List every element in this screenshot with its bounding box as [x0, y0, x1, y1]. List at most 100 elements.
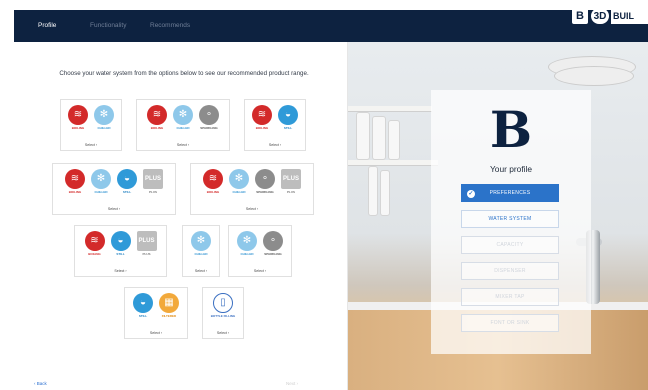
brand-logo-text: BUIL	[611, 8, 648, 24]
option-icon-label: SPARKLING	[200, 126, 218, 130]
sparkling-icon: ∘ SPARKLING	[198, 105, 220, 135]
chilled-badge: ✻	[191, 231, 211, 251]
boiling-badge: ≋	[252, 105, 272, 125]
option-icon-label: CHILLED	[97, 126, 111, 130]
boiling-badge: ≋	[65, 169, 85, 189]
step-dispenser-button[interactable]: DISPENSER	[461, 262, 559, 280]
option-icons: ≋ BOILING ✻ CHILLED ∘ SPARKLING PLUS PLUS	[191, 169, 313, 199]
sparkling-badge: ∘	[263, 231, 283, 251]
select-link[interactable]: Select ›	[183, 269, 219, 273]
sparkling-badge: ∘	[199, 105, 219, 125]
back-link[interactable]: ‹ Back	[34, 381, 47, 386]
step-font-or-sink-button[interactable]: FONT OR SINK	[461, 314, 559, 332]
select-link[interactable]: Select ›	[75, 269, 166, 273]
option-icons: ≋ BOILING ✻ CHILLED	[61, 105, 121, 135]
tab-functionality[interactable]: Functionality	[90, 22, 127, 29]
water-system-option-card[interactable]: ≋ BOILING ✻ CHILLED ∘ SPARKLING PLUS PLUS Select…	[190, 163, 314, 215]
select-link[interactable]: Select ›	[125, 331, 187, 335]
boiling-badge: ≋	[84, 231, 105, 251]
select-label: Select	[268, 143, 279, 147]
still-icon: ◒ STILL	[116, 169, 138, 199]
water-system-option-card[interactable]: ≋ BOILING ◒ STILL Select ›	[244, 99, 306, 151]
bottle-badge: ▯	[213, 293, 233, 313]
plus-icon: PLUS PLUS	[136, 231, 158, 261]
option-icon-label: CHILLED	[194, 252, 208, 256]
water-system-option-card[interactable]: ◒ STILL ▦ FILTERED Select ›	[124, 287, 188, 339]
option-icon-label: SPARKLING	[264, 252, 282, 256]
filtered-icon: ▦ FILTERED	[158, 293, 180, 323]
select-link[interactable]: Select ›	[203, 331, 243, 335]
select-link[interactable]: Select ›	[229, 269, 291, 273]
chilled-icon: ✻ CHILLED	[228, 169, 250, 199]
boiling-badge: ≋	[147, 105, 167, 125]
plus-icon: PLUS PLUS	[280, 169, 302, 199]
sparkling-icon: ∘ SPARKLING	[262, 231, 284, 261]
water-system-option-card[interactable]: ✻ CHILLED ∘ SPARKLING Select ›	[228, 225, 292, 277]
system-selection-panel: Choose your water system from the option…	[14, 42, 348, 390]
chilled-badge: ✻	[91, 169, 111, 189]
select-label: Select	[253, 269, 264, 273]
select-link[interactable]: Select ›	[245, 143, 305, 147]
boiling-icon: ≋ BOILING	[251, 105, 273, 135]
page-headline: Choose your water system from the option…	[59, 70, 309, 77]
option-icons: ▯ BOTTLE FILLING	[203, 293, 243, 323]
option-icons: ≋ BOILING ◒ STILL PLUS PLUS	[75, 231, 166, 261]
brand-b-logo: B	[489, 100, 533, 159]
water-system-option-card[interactable]: ≋ BOILING ✻ CHILLED Select ›	[60, 99, 122, 151]
boiling-badge: ≋	[68, 105, 88, 125]
still-icon: ◒ STILL	[110, 231, 132, 261]
plus-badge: PLUS	[143, 169, 163, 189]
checkmark-icon: ✓	[467, 190, 475, 198]
profile-title: Your profile	[489, 164, 533, 174]
water-system-option-card[interactable]: ≋ BOILING ✻ CHILLED ∘ SPARKLING Select ›	[136, 99, 230, 151]
option-icon-label: BOTTLE FILLING	[210, 314, 236, 318]
select-label: Select	[216, 331, 227, 335]
chilled-badge: ✻	[173, 105, 193, 125]
still-icon: ◒ STILL	[132, 293, 154, 323]
option-icons: ◒ STILL ▦ FILTERED	[125, 293, 187, 323]
filtered-badge: ▦	[159, 293, 179, 313]
water-system-option-card[interactable]: ▯ BOTTLE FILLING Select ›	[202, 287, 244, 339]
boiling-badge: ≋	[203, 169, 223, 189]
step-water-system-button[interactable]: WATER SYSTEM	[461, 210, 559, 228]
option-icons: ✻ CHILLED	[183, 231, 219, 261]
still-badge: ◒	[117, 169, 137, 189]
plus-badge: PLUS	[281, 169, 301, 189]
chilled-badge: ✻	[229, 169, 249, 189]
next-link[interactable]: Next ›	[286, 381, 298, 386]
select-link[interactable]: Select ›	[53, 207, 175, 211]
water-system-option-card[interactable]: ≋ BOILING ✻ CHILLED ◒ STILL PLUS PLUS Select ›	[52, 163, 176, 215]
select-link[interactable]: Select ›	[191, 207, 313, 211]
still-badge: ◒	[110, 231, 131, 251]
tab-recommends[interactable]: Recommends	[150, 22, 190, 29]
step-capacity-button[interactable]: CAPACITY	[461, 236, 559, 254]
option-icons: ≋ BOILING ✻ CHILLED ∘ SPARKLING	[137, 105, 229, 135]
select-link[interactable]: Select ›	[61, 143, 121, 147]
tab-profile[interactable]: Profile	[38, 22, 56, 29]
sparkling-badge: ∘	[255, 169, 275, 189]
option-icons: ≋ BOILING ✻ CHILLED ◒ STILL PLUS PLUS	[53, 169, 175, 199]
step-preferences-button[interactable]: ✓ PREFERENCES	[461, 184, 559, 202]
brand-logo-3d: 3D	[591, 8, 609, 24]
select-label: Select	[194, 269, 205, 273]
select-label: Select	[245, 207, 256, 211]
sparkling-icon: ∘ SPARKLING	[254, 169, 276, 199]
step-mixer-tap-button[interactable]: MIXER TAP	[461, 288, 559, 306]
boiling-icon: ≋ BOILING	[202, 169, 224, 199]
chilled-icon: ✻ CHILLED	[90, 169, 112, 199]
select-link[interactable]: Select ›	[137, 143, 229, 147]
chilled-icon: ✻ CHILLED	[172, 105, 194, 135]
water-system-option-card[interactable]: ≋ BOILING ◒ STILL PLUS PLUS Select ›	[74, 225, 167, 277]
still-badge: ◒	[133, 293, 153, 313]
profile-panel: B Your profile ✓ PREFERENCES WATER SYSTE…	[431, 90, 591, 354]
chilled-badge: ✻	[94, 105, 114, 125]
boiling-icon: ≋ BOILING	[146, 105, 168, 135]
water-system-option-card[interactable]: ✻ CHILLED Select ›	[182, 225, 220, 277]
option-icons: ≋ BOILING ◒ STILL	[245, 105, 305, 135]
select-label: Select	[107, 207, 118, 211]
select-label: Select	[149, 331, 160, 335]
brand-logo-b: B	[572, 8, 588, 24]
option-icon-label: PLUS	[286, 190, 295, 194]
boiling-icon: ≋ BOILING	[84, 231, 106, 261]
select-label: Select	[176, 143, 187, 147]
